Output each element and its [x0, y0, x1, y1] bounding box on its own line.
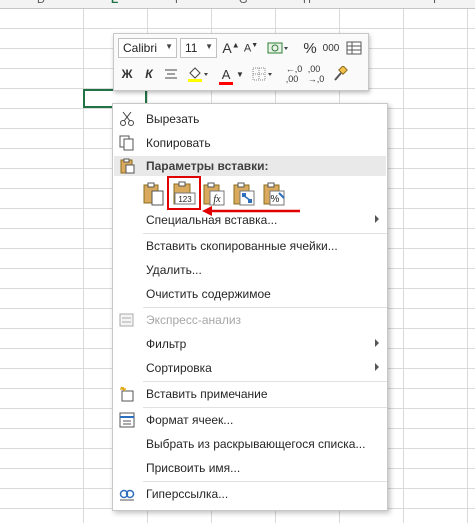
clipboard-icon: [119, 158, 135, 177]
menu-item-hyperlink[interactable]: Гиперссылка...: [113, 483, 387, 505]
paste-button[interactable]: [141, 180, 167, 208]
menu-item-copy[interactable]: Копировать: [113, 132, 387, 154]
chevron-down-icon: ▼: [236, 69, 244, 79]
comma-style-button[interactable]: 000: [320, 38, 342, 58]
font-size-select[interactable]: 11 ▼: [180, 38, 217, 58]
column-header-i[interactable]: I: [433, 0, 436, 6]
column-header-e[interactable]: E: [111, 0, 118, 6]
menu-separator: [143, 233, 387, 234]
menu-item-pick-from-list[interactable]: Выбрать из раскрывающегося списка...: [113, 433, 387, 455]
bold-button[interactable]: Ж: [120, 64, 134, 84]
menu-item-label: Копировать: [146, 136, 211, 150]
menu-item-label: Вставить примечание: [146, 387, 268, 401]
menu-item-quick-analysis: Экспресс-анализ: [113, 309, 387, 331]
borders-button[interactable]: [252, 64, 274, 84]
menu-item-label: Гиперссылка...: [146, 487, 229, 501]
new-comment-icon: [119, 386, 135, 402]
clipboard-paste-icon: [143, 182, 164, 206]
copy-icon: [119, 135, 135, 151]
menu-item-define-name[interactable]: Присвоить имя...: [113, 457, 387, 479]
column-header-h[interactable]: H: [303, 0, 311, 6]
percent-style-button[interactable]: %: [302, 38, 318, 58]
currency-icon: [267, 42, 288, 54]
menu-item-label: Вставить скопированные ячейки...: [146, 239, 338, 253]
context-menu: Вырезать Копировать Параметры вставки: 1…: [112, 103, 388, 511]
menu-item-label: Удалить...: [146, 263, 202, 277]
menu-item-label: Вырезать: [146, 112, 200, 126]
decrease-font-icon: A▼: [243, 41, 259, 55]
decrease-decimal-button[interactable]: ,00 →,0: [306, 64, 326, 84]
submenu-arrow-icon: [375, 363, 379, 371]
menu-separator: [143, 481, 387, 482]
format-as-table-button[interactable]: [344, 38, 364, 58]
menu-item-label: Фильтр: [146, 337, 187, 351]
increase-decimal-button[interactable]: ←,0,00: [284, 64, 304, 84]
font-color-button[interactable]: А ▼: [218, 64, 244, 85]
format-painter-icon: [334, 66, 348, 81]
menu-item-sort[interactable]: Сортировка: [113, 357, 387, 379]
menu-item-label: Сортировка: [146, 361, 212, 375]
column-header-d[interactable]: D: [37, 0, 45, 6]
menu-item-clear-contents[interactable]: Очистить содержимое: [113, 283, 387, 305]
paste-options-header: Параметры вставки:: [114, 156, 386, 176]
accounting-format-button[interactable]: [264, 38, 292, 58]
font-name-value: Calibri: [123, 41, 158, 55]
menu-separator: [143, 381, 387, 382]
column-header-f[interactable]: F: [175, 0, 182, 6]
font-color-icon: А: [218, 66, 234, 85]
format-cells-icon: [119, 412, 135, 428]
fill-color-button[interactable]: [186, 64, 210, 84]
menu-item-label: Экспресс-анализ: [146, 313, 242, 327]
menu-item-filter[interactable]: Фильтр: [113, 333, 387, 355]
menu-item-cut[interactable]: Вырезать: [113, 108, 387, 130]
chevron-down-icon: ▼: [205, 42, 213, 51]
increase-font-icon: A▲: [222, 40, 240, 56]
menu-item-label: Выбрать из раскрывающегося списка...: [146, 437, 366, 451]
decrease-decimal-icon: ,00 →,0: [307, 64, 325, 84]
menu-separator: [143, 407, 387, 408]
highlight-box: [167, 176, 201, 210]
borders-icon: [252, 67, 272, 81]
column-header-g[interactable]: G: [239, 0, 248, 6]
increase-decimal-icon: ←,0,00: [285, 64, 303, 84]
red-arrow-annotation: [202, 206, 300, 216]
submenu-arrow-icon: [375, 339, 379, 347]
menu-item-format-cells[interactable]: Формат ячеек...: [113, 409, 387, 431]
column-headers: D E F G H I: [0, 0, 475, 9]
format-painter-button[interactable]: [330, 64, 350, 84]
link-icon: [119, 486, 135, 502]
increase-font-size-button[interactable]: A▲: [222, 38, 240, 58]
italic-button[interactable]: К: [142, 64, 156, 84]
menu-item-insert-copied-cells[interactable]: Вставить скопированные ячейки...: [113, 235, 387, 257]
paste-options-label: Параметры вставки:: [146, 159, 269, 173]
menu-item-label: Формат ячеек...: [146, 413, 234, 427]
quick-analysis-icon: [119, 312, 135, 328]
menu-item-delete[interactable]: Удалить...: [113, 259, 387, 281]
submenu-arrow-icon: [375, 215, 379, 223]
center-align-button[interactable]: [162, 64, 180, 84]
menu-item-label: Присвоить имя...: [146, 461, 241, 475]
scissors-icon: [119, 111, 135, 127]
menu-separator: [143, 307, 387, 308]
paint-bucket-icon: [188, 67, 208, 82]
font-size-value: 11: [185, 41, 198, 55]
decrease-font-size-button[interactable]: A▼: [242, 38, 260, 58]
chevron-down-icon: ▼: [165, 42, 173, 51]
font-color-letter: А: [221, 66, 231, 82]
menu-item-label: Очистить содержимое: [146, 287, 271, 301]
menu-item-insert-comment[interactable]: Вставить примечание: [113, 383, 387, 405]
table-format-icon: [346, 41, 362, 55]
align-center-icon: [165, 69, 177, 79]
mini-toolbar: Calibri ▼ 11 ▼ A▲ A▼ % 000 Ж К А ▼ ←,0 ,…: [113, 33, 369, 91]
font-name-select[interactable]: Calibri ▼: [118, 38, 177, 58]
